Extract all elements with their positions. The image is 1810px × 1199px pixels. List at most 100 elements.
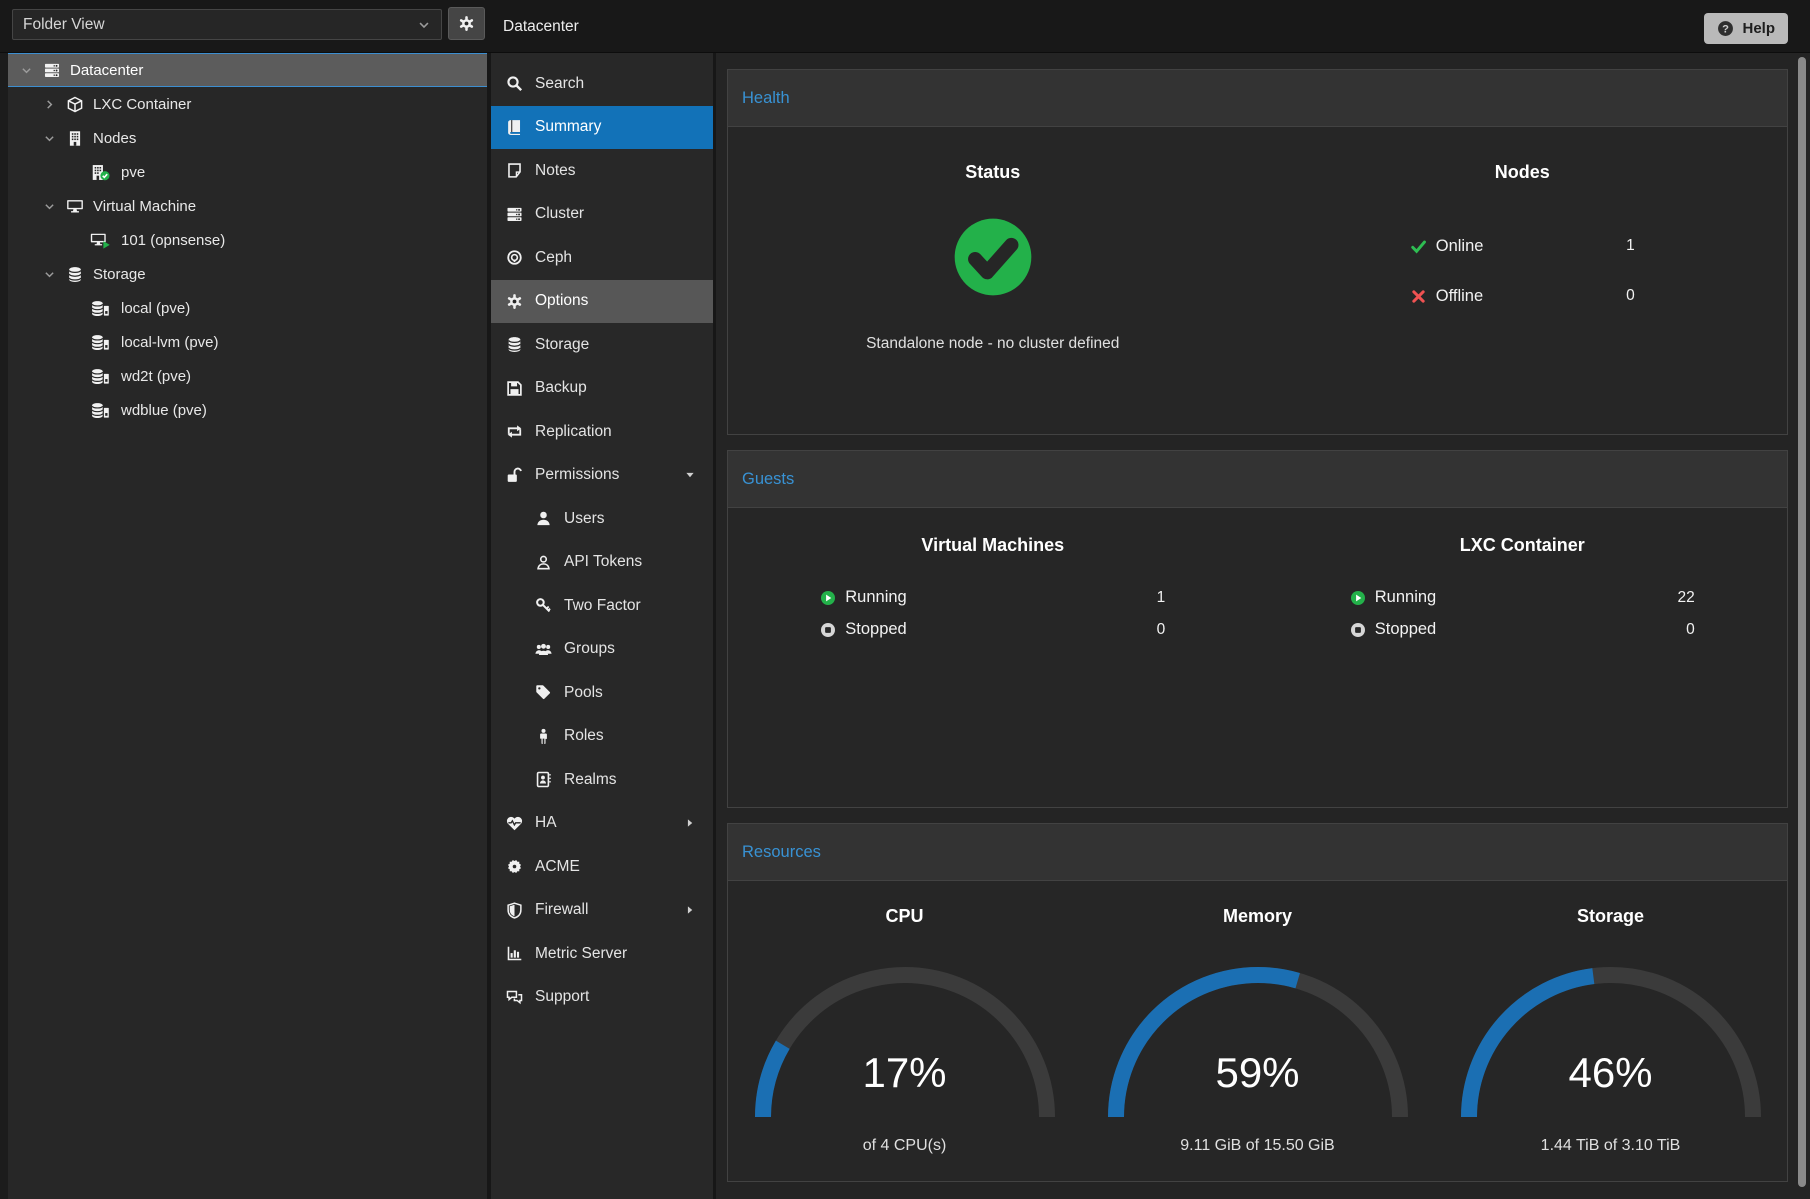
nav-item-ha[interactable]: HA [491, 802, 713, 846]
nav-item-users[interactable]: Users [491, 497, 713, 541]
nav-item-label: Support [535, 988, 589, 1006]
nav-item-support[interactable]: Support [491, 976, 713, 1020]
guest-row-stopped: Stopped0 [1350, 614, 1695, 645]
nav-item-groups[interactable]: Groups [491, 628, 713, 672]
guest-column-heading: Virtual Machines [921, 534, 1064, 556]
tree-item-wdblue-pve[interactable]: wdblue (pve) [8, 393, 487, 427]
unlock-icon [506, 467, 523, 484]
nav-item-label: Two Factor [564, 597, 641, 615]
guest-row-label: Stopped [1375, 620, 1436, 639]
status-column: Status Standalone node - no cluster defi… [728, 127, 1258, 353]
tree-item-label: wdblue (pve) [121, 402, 207, 419]
gauge-subtext: 9.11 GiB of 15.50 GiB [1180, 1137, 1334, 1155]
health-panel-title: Health [742, 89, 790, 108]
tree-item-local-lvm-pve[interactable]: local-lvm (pve) [8, 325, 487, 359]
guest-row-label: Stopped [845, 620, 906, 639]
tree-item-wd2t-pve[interactable]: wd2t (pve) [8, 359, 487, 393]
nav-item-two-factor[interactable]: Two Factor [491, 584, 713, 628]
shield-icon [506, 902, 523, 919]
tree-item-lxc-container[interactable]: LXC Container [8, 87, 487, 121]
nav-item-search[interactable]: Search [491, 62, 713, 106]
storage-usage-gauge: 46% [1461, 965, 1761, 1125]
tree-settings-button[interactable] [448, 7, 485, 40]
nav-item-options[interactable]: Options [491, 280, 713, 324]
tree-item-nodes[interactable]: Nodes [8, 121, 487, 155]
view-mode-select[interactable]: Folder View [12, 9, 442, 40]
gear-icon [458, 15, 475, 32]
memory-usage-gauge: 59% [1108, 965, 1408, 1125]
nav-item-label: Realms [564, 771, 617, 789]
nav-item-pools[interactable]: Pools [491, 671, 713, 715]
comments-icon [506, 989, 523, 1006]
nav-item-api-tokens[interactable]: API Tokens [491, 541, 713, 585]
resources-panel-body: CPU17%of 4 CPU(s)Memory59%9.11 GiB of 15… [728, 881, 1787, 1155]
guests-panel-title: Guests [742, 470, 794, 489]
tree-item-storage[interactable]: Storage [8, 257, 487, 291]
guest-column-heading: LXC Container [1460, 534, 1585, 556]
nav-item-permissions[interactable]: Permissions [491, 454, 713, 498]
users-icon [535, 641, 552, 658]
window-left-edge [0, 53, 8, 1199]
guest-row-label: Running [845, 588, 906, 607]
tree-item-virtual-machine[interactable]: Virtual Machine [8, 189, 487, 223]
resource-column-storage: Storage46%1.44 TiB of 3.10 TiB [1434, 881, 1787, 1155]
nav-item-firewall[interactable]: Firewall [491, 889, 713, 933]
tree-item-101-opnsense[interactable]: 101 (opnsense) [8, 223, 487, 257]
caret-right-icon [684, 817, 696, 829]
resources-panel-header: Resources [728, 824, 1787, 881]
nav-item-summary[interactable]: Summary [491, 106, 713, 150]
help-button[interactable]: ? Help [1704, 13, 1788, 44]
node-status-row-online: Online1 [1410, 229, 1635, 263]
collapse-chevron-icon[interactable] [43, 267, 65, 281]
nav-item-storage[interactable]: Storage [491, 323, 713, 367]
tree-item-local-pve[interactable]: local (pve) [8, 291, 487, 325]
collapse-chevron-icon[interactable] [43, 199, 65, 213]
cross-icon [1410, 288, 1427, 305]
nav-item-backup[interactable]: Backup [491, 367, 713, 411]
tree-item-label: local (pve) [121, 300, 190, 317]
tags-icon [535, 684, 552, 701]
gear-icon [506, 293, 523, 310]
nav-item-ceph[interactable]: Ceph [491, 236, 713, 280]
nav-item-label: Firewall [535, 901, 588, 919]
nav-item-replication[interactable]: Replication [491, 410, 713, 454]
guest-row-stopped: Stopped0 [820, 614, 1165, 645]
search-icon [506, 75, 523, 92]
tree-item-datacenter[interactable]: Datacenter [8, 53, 487, 87]
database-drive-icon [88, 368, 113, 385]
tree-item-label: wd2t (pve) [121, 368, 191, 385]
nav-item-label: Storage [535, 336, 589, 354]
retweet-icon [506, 423, 523, 440]
tree-item-label: 101 (opnsense) [121, 232, 225, 249]
resource-heading: Memory [1223, 905, 1292, 927]
nav-item-label: Permissions [535, 466, 619, 484]
nav-item-acme[interactable]: ACME [491, 845, 713, 889]
book-icon [506, 119, 523, 136]
gauge-percent-value: 46% [1461, 1049, 1761, 1097]
user-o-icon [535, 554, 552, 571]
tree-item-label: Storage [93, 266, 146, 283]
nav-item-metric-server[interactable]: Metric Server [491, 932, 713, 976]
collapse-chevron-icon[interactable] [43, 131, 65, 145]
nav-item-cluster[interactable]: Cluster [491, 193, 713, 237]
nav-item-roles[interactable]: Roles [491, 715, 713, 759]
key-icon [535, 597, 552, 614]
person-icon [535, 728, 552, 745]
tree-item-label: Datacenter [70, 62, 143, 79]
expand-chevron-icon[interactable] [43, 97, 65, 111]
tree-item-label: local-lvm (pve) [121, 334, 219, 351]
gauge-percent-value: 59% [1108, 1049, 1408, 1097]
gauge-arc [1108, 965, 1408, 1125]
play-circle-icon [820, 590, 836, 606]
collapse-chevron-icon[interactable] [20, 63, 42, 77]
nav-item-realms[interactable]: Realms [491, 758, 713, 802]
tree-item-pve[interactable]: pve [8, 155, 487, 189]
guests-panel: Guests Virtual MachinesRunning1Stopped0L… [727, 450, 1788, 808]
nav-item-notes[interactable]: Notes [491, 149, 713, 193]
resource-tree: Datacenter LXC ContainerNodespveVirtual M… [8, 53, 487, 1199]
node-status-value: 0 [1626, 287, 1635, 305]
vertical-scrollbar[interactable] [1798, 57, 1806, 1187]
gauge-arc [1461, 965, 1761, 1125]
cpu-usage-gauge: 17% [755, 965, 1055, 1125]
gauge-arc [755, 965, 1055, 1125]
